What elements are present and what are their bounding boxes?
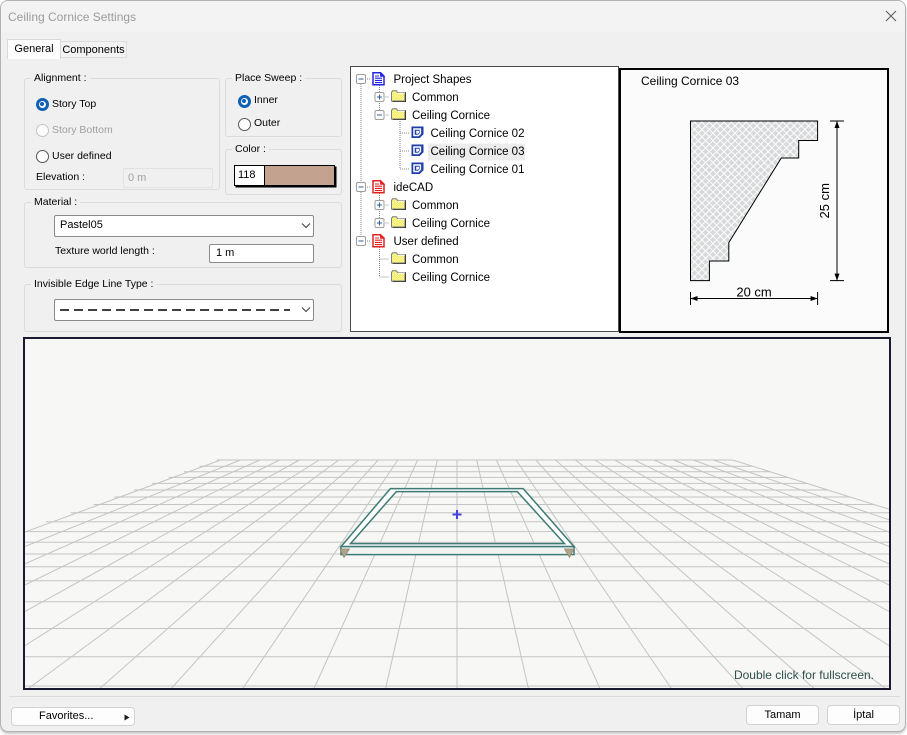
svg-text:Project Shapes: Project Shapes: [394, 74, 472, 86]
svg-text:Ceiling Cornice: Ceiling Cornice: [412, 218, 490, 230]
svg-text:25 cm: 25 cm: [817, 183, 832, 218]
svg-text:ideCAD: ideCAD: [394, 182, 434, 194]
svg-text:Ceiling Cornice 03: Ceiling Cornice 03: [641, 74, 739, 88]
svg-text:20 cm: 20 cm: [736, 285, 771, 300]
svg-text:Common: Common: [412, 200, 459, 212]
svg-text:Ceiling Cornice: Ceiling Cornice: [412, 272, 490, 284]
svg-text:Common: Common: [412, 254, 459, 266]
svg-text:Common: Common: [412, 92, 459, 104]
svg-text:Ceiling Cornice 02: Ceiling Cornice 02: [431, 128, 525, 140]
svg-text:Ceiling Cornice 01: Ceiling Cornice 01: [431, 164, 525, 176]
svg-text:Ceiling Cornice: Ceiling Cornice: [412, 110, 490, 122]
svg-text:User defined: User defined: [394, 236, 459, 248]
svg-text:Ceiling Cornice 03: Ceiling Cornice 03: [431, 146, 525, 158]
